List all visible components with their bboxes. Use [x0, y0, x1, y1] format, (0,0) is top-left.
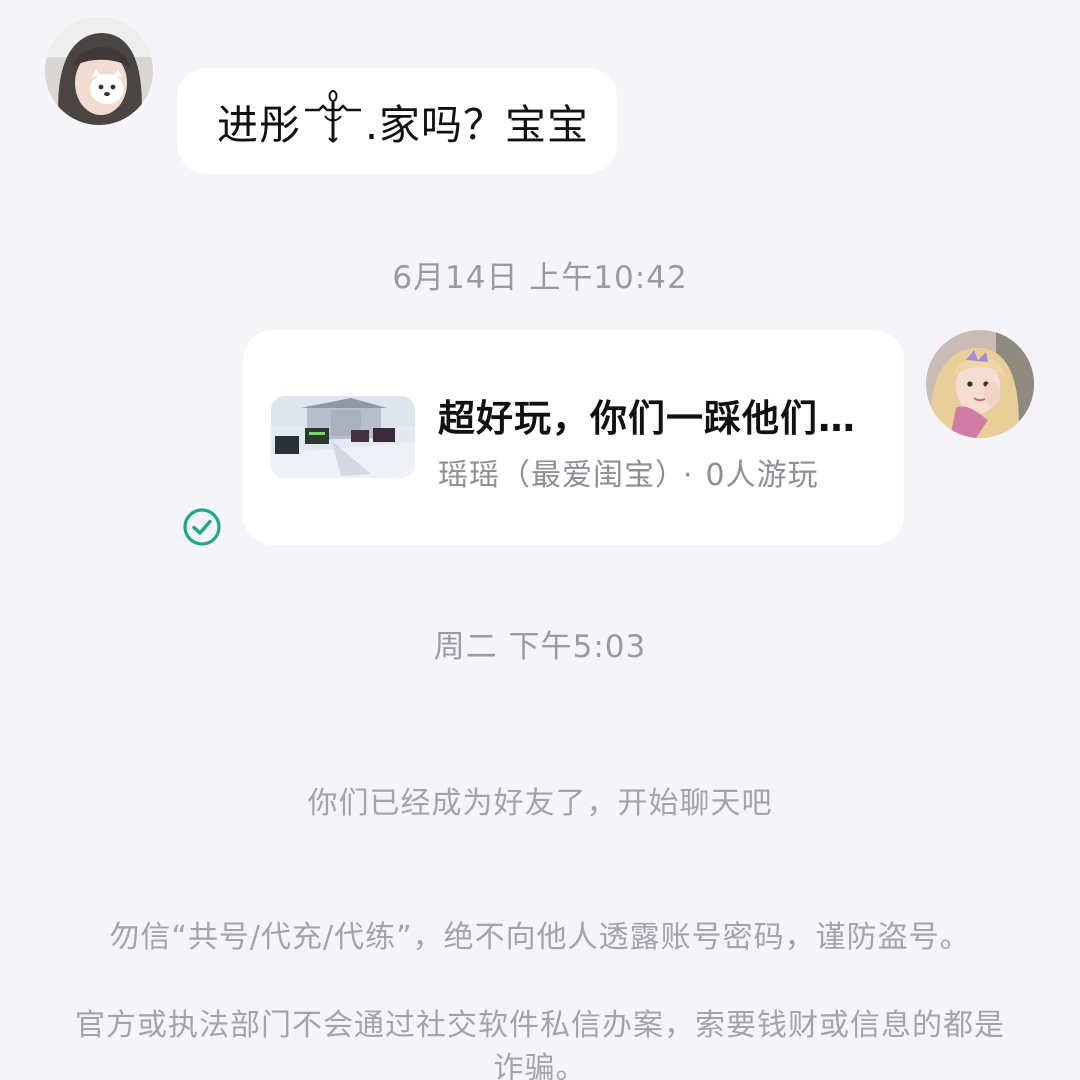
friend-added-notice: 你们已经成为好友了，开始聊天吧 — [307, 786, 773, 821]
timestamp: 周二 下午5:03 — [433, 629, 647, 665]
game-thumbnail — [271, 396, 415, 478]
emblem-icon — [303, 88, 363, 154]
chat-screen: 进彤 .家吗？宝宝 6月14日 上午10:42 超好玩，你们一踩他们… 瑶瑶（最… — [0, 0, 1080, 1080]
card-author: 瑶瑶（最爱闺宝） — [438, 458, 671, 493]
shared-game-card[interactable]: 超好玩，你们一踩他们… 瑶瑶（最爱闺宝） · 0人游玩 — [243, 330, 904, 545]
incoming-message-bubble[interactable]: 进彤 .家吗？宝宝 — [177, 68, 617, 174]
check-circle-icon — [182, 507, 222, 547]
self-avatar[interactable] — [926, 330, 1034, 438]
timestamp: 6月14日 上午10:42 — [392, 260, 688, 296]
contact-avatar[interactable] — [45, 17, 153, 125]
card-title: 超好玩，你们一踩他们… — [438, 397, 856, 440]
card-players: 0人游玩 — [705, 458, 819, 493]
security-warning: 勿信“共号/代充/代练”，绝不向他人透露账号密码，谨防盗号。 — [109, 920, 971, 955]
message-text-prefix: 进彤 — [217, 101, 301, 149]
message-text-suffix: .家吗？宝宝 — [365, 101, 590, 149]
meta-separator: · — [683, 458, 694, 493]
fraud-warning: 官方或执法部门不会通过社交软件私信办案，索要钱财或信息的都是诈骗。 — [75, 1008, 1005, 1080]
card-meta: 瑶瑶（最爱闺宝） · 0人游玩 — [438, 450, 819, 494]
